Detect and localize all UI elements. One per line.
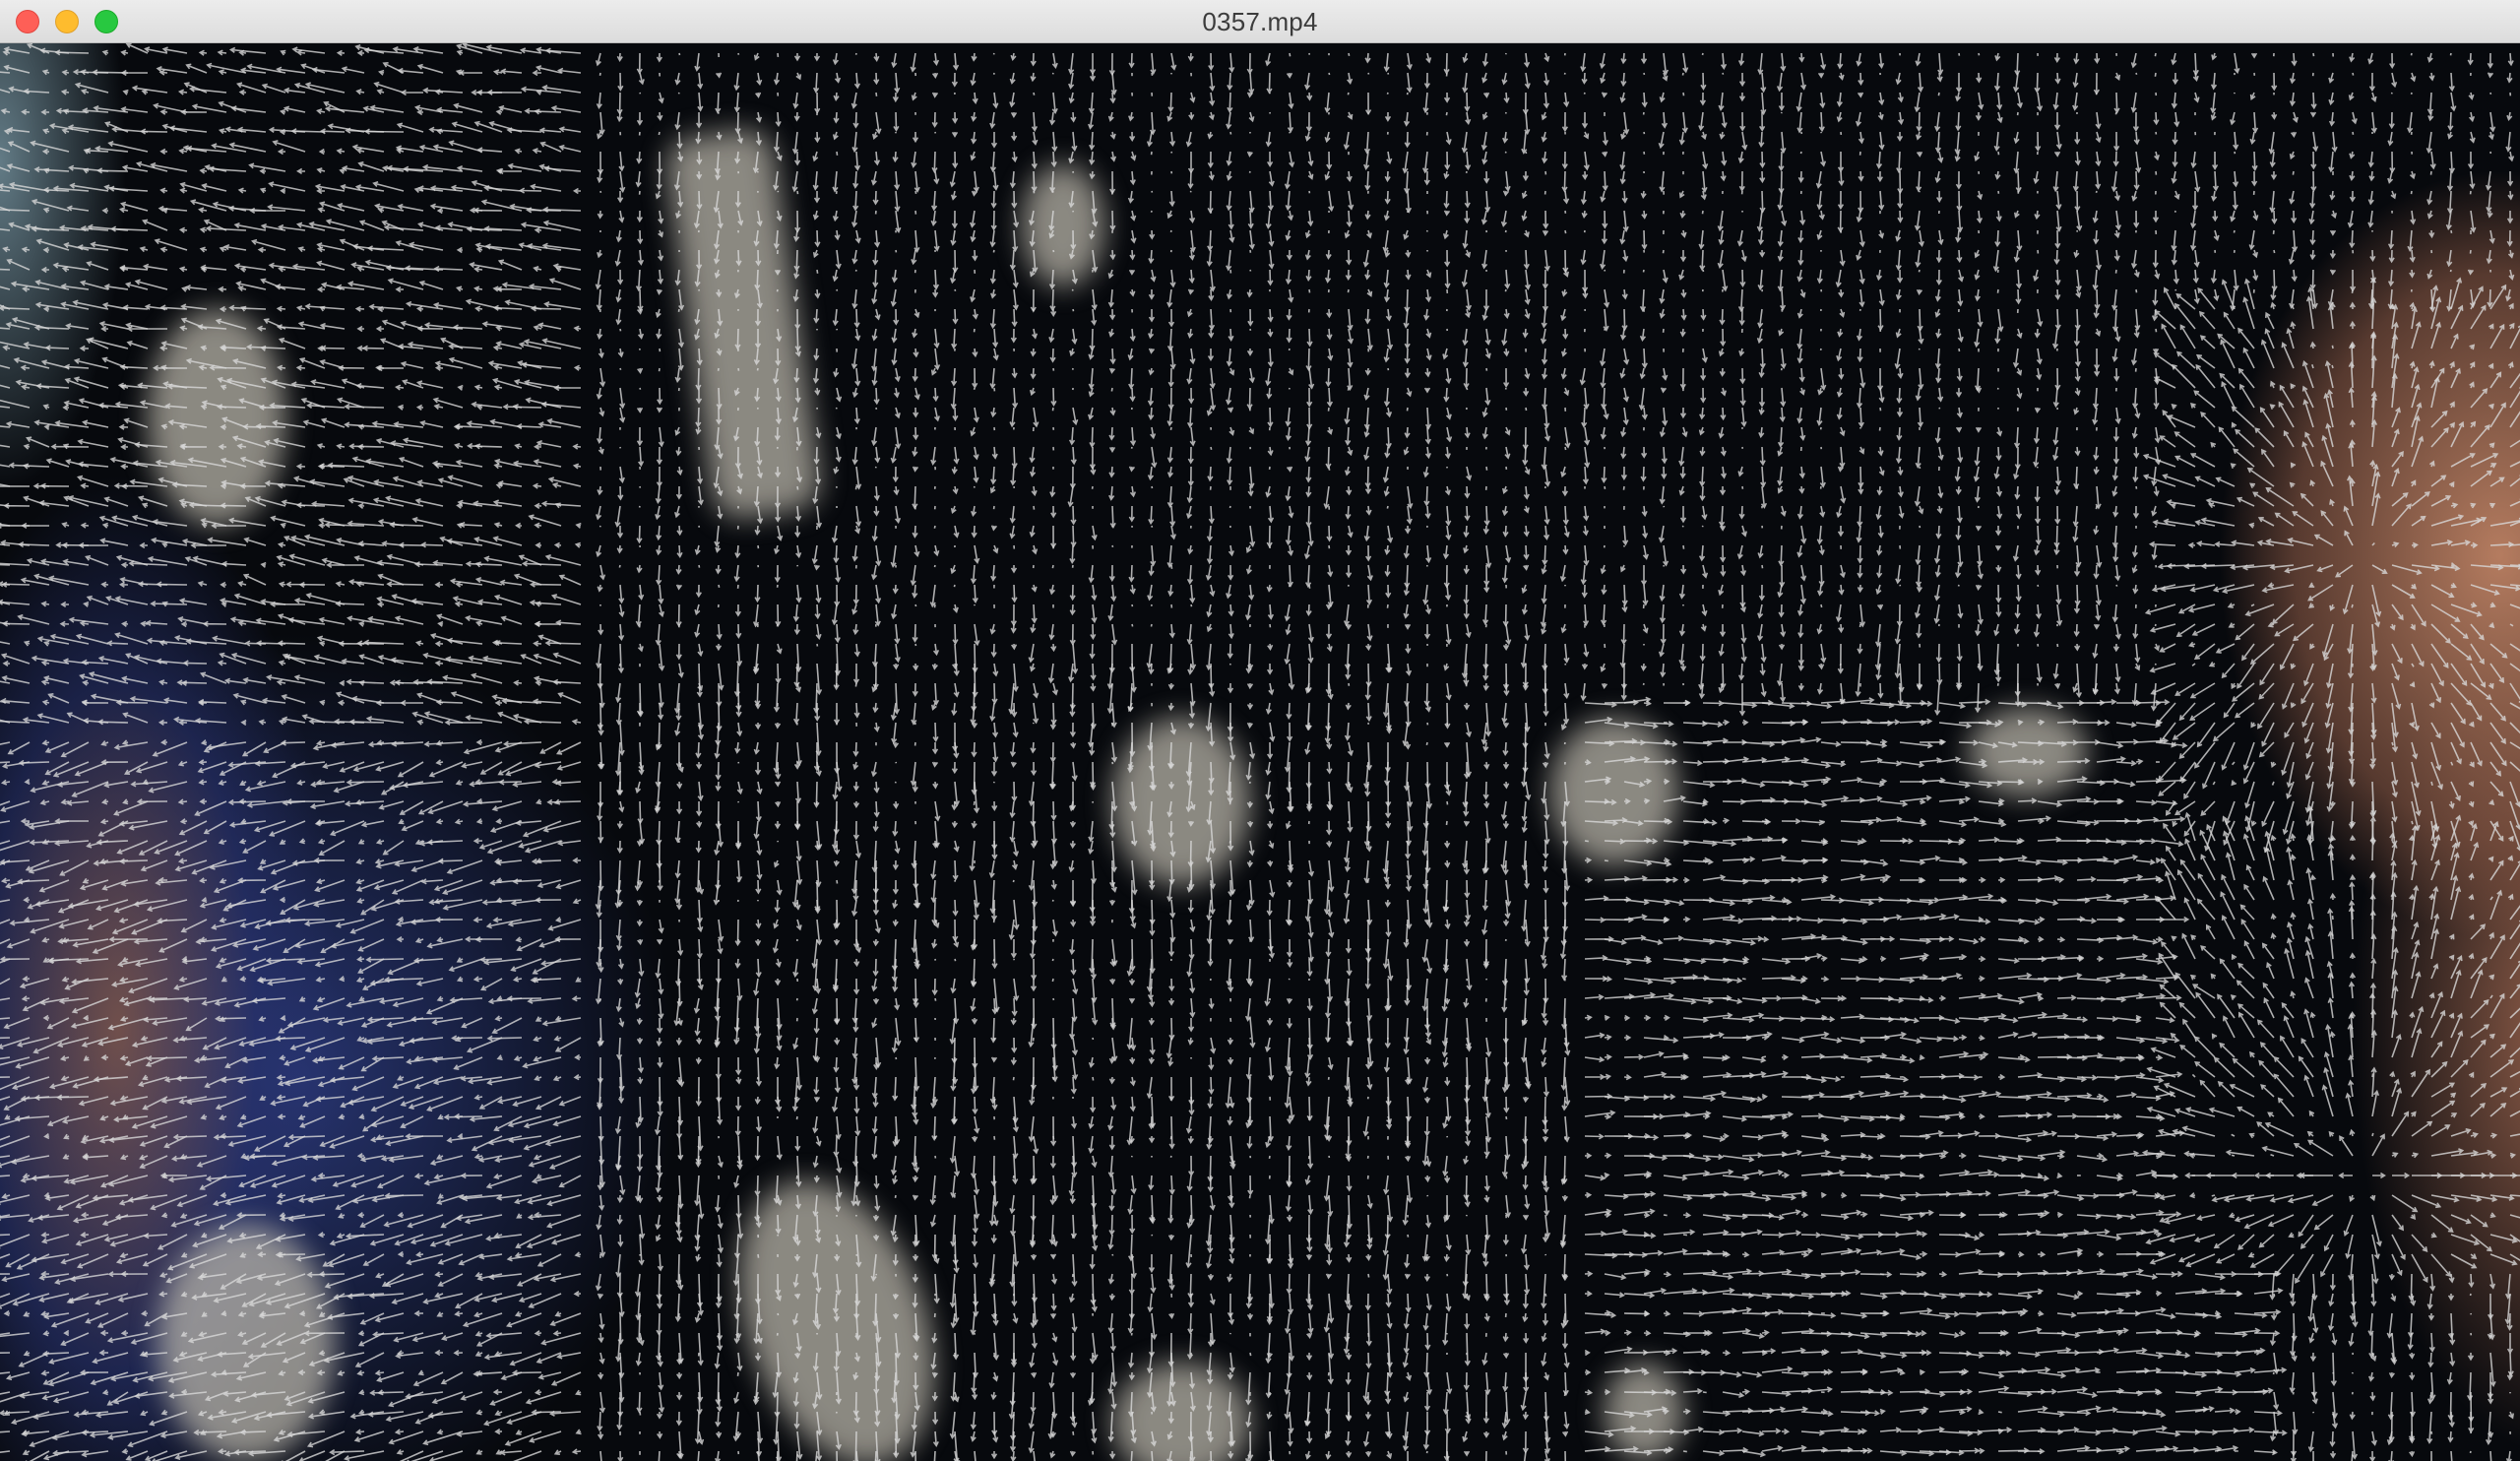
video-frame[interactable] — [0, 43, 2520, 1461]
video-player-window: 0357.mp4 — [0, 0, 2520, 1461]
window-title: 0357.mp4 — [1202, 7, 1318, 36]
title-bar[interactable]: 0357.mp4 — [0, 0, 2520, 43]
optical-flow-arrows — [0, 43, 2520, 1461]
